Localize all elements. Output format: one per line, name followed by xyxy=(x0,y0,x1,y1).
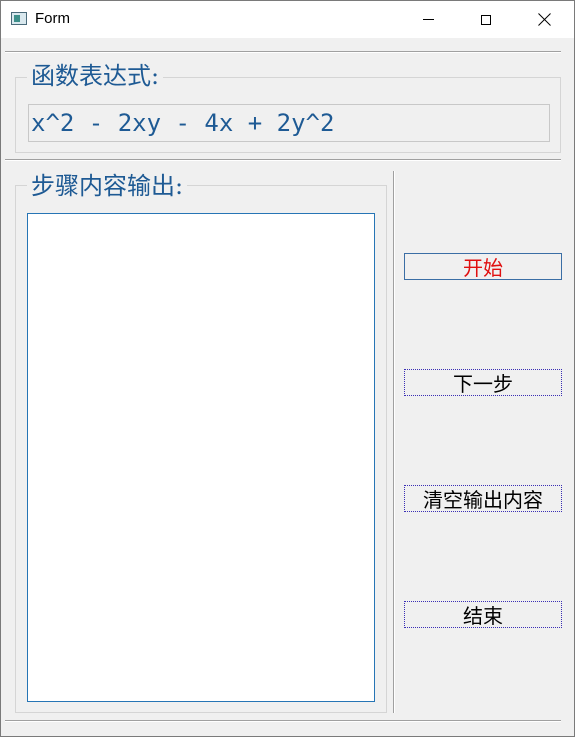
close-icon xyxy=(538,13,551,26)
title-bar[interactable]: Form xyxy=(1,1,574,38)
next-step-button[interactable]: 下一步 xyxy=(404,369,562,396)
steps-output-textarea[interactable] xyxy=(27,213,375,702)
vertical-separator xyxy=(393,171,395,713)
maximize-icon xyxy=(481,14,491,25)
expression-field[interactable]: x^2 - 2xy - 4x + 2y^2 xyxy=(28,104,550,142)
bottom-separator xyxy=(5,720,561,722)
start-button[interactable]: 开始 xyxy=(404,253,562,280)
middle-separator xyxy=(5,159,561,161)
maximize-button[interactable] xyxy=(457,1,515,38)
app-window-icon xyxy=(11,12,27,25)
window-title: Form xyxy=(35,10,70,27)
clear-output-button[interactable]: 清空输出内容 xyxy=(404,485,562,512)
main-window: Form 函数表达式: x^2 - 2xy - 4x + 2y^2 步骤内容输出… xyxy=(0,0,575,737)
minimize-icon xyxy=(422,19,434,20)
close-button[interactable] xyxy=(515,1,573,38)
top-separator xyxy=(5,51,561,53)
end-button[interactable]: 结束 xyxy=(404,601,562,628)
steps-group-title: 步骤内容输出: xyxy=(27,172,188,200)
minimize-button[interactable] xyxy=(399,1,457,38)
expression-group-title: 函数表达式: xyxy=(27,62,164,90)
